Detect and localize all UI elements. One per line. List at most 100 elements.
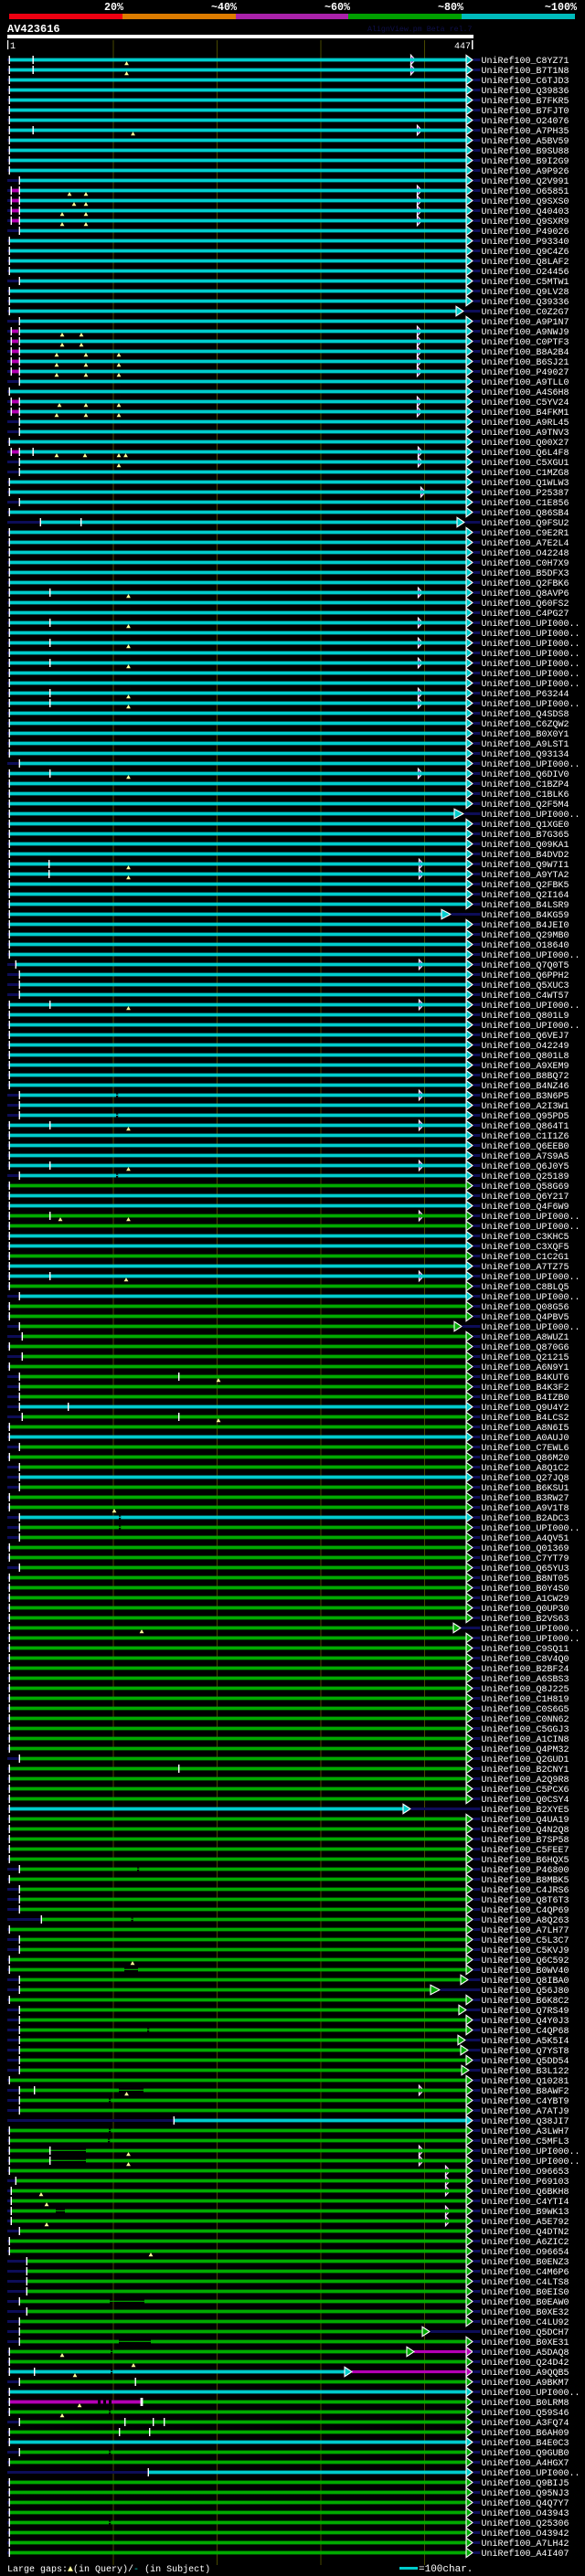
svg-text:UniRef100_C5FEE7: UniRef100_C5FEE7: [482, 1845, 569, 1856]
svg-text:UniRef100_Q00X27: UniRef100_Q00X27: [482, 438, 569, 449]
svg-text:UniRef100_C1H819: UniRef100_C1H819: [482, 1694, 569, 1705]
svg-text:UniRef100_B0XE31: UniRef100_B0XE31: [482, 2337, 569, 2348]
svg-text:UniRef100_Q4N2Q8: UniRef100_Q4N2Q8: [482, 1825, 569, 1836]
svg-text:UniRef100_P93340: UniRef100_P93340: [482, 237, 569, 248]
svg-text:UniRef100_A4S6H8: UniRef100_A4S6H8: [482, 387, 569, 398]
svg-text:UniRef100_B0EAW0: UniRef100_B0EAW0: [482, 2297, 569, 2308]
svg-text:UniRef100_A4I407: UniRef100_A4I407: [482, 2549, 569, 2560]
svg-text:UniRef100_O24456: UniRef100_O24456: [482, 267, 569, 278]
svg-text:UniRef100_C7EWL6: UniRef100_C7EWL6: [482, 1443, 569, 1454]
svg-text:UniRef100_UPI000..: UniRef100_UPI000..: [482, 669, 580, 680]
svg-text:UniRef100_C7YT79: UniRef100_C7YT79: [482, 1553, 569, 1564]
svg-text:UniRef100_UPI000..: UniRef100_UPI000..: [482, 659, 580, 670]
svg-text:UniRef100_A7E2L4: UniRef100_A7E2L4: [482, 538, 569, 549]
svg-text:1: 1: [10, 42, 16, 52]
svg-text:UniRef100_Q58G69: UniRef100_Q58G69: [482, 1182, 569, 1193]
svg-text:UniRef100_Q2V991: UniRef100_Q2V991: [482, 176, 569, 187]
svg-text:UniRef100_Q5XUC3: UniRef100_Q5XUC3: [482, 981, 569, 991]
svg-text:UniRef100_A9YTA2: UniRef100_A9YTA2: [482, 870, 569, 881]
svg-text:UniRef100_Q6C592: UniRef100_Q6C592: [482, 1956, 569, 1966]
svg-text:UniRef100_A0AUJ0: UniRef100_A0AUJ0: [482, 1433, 569, 1444]
svg-text:UniRef100_A4HGX7: UniRef100_A4HGX7: [482, 2458, 569, 2469]
svg-text:UniRef100_B5DFX3: UniRef100_B5DFX3: [482, 568, 569, 579]
svg-text:20%: 20%: [104, 1, 124, 14]
svg-text:UniRef100_B7SP58: UniRef100_B7SP58: [482, 1835, 569, 1846]
svg-text:UniRef100_A7S9A5: UniRef100_A7S9A5: [482, 1151, 569, 1162]
svg-text:UniRef100_Q8IBA0: UniRef100_Q8IBA0: [482, 1976, 569, 1987]
svg-text:UniRef100_A2I3W1: UniRef100_A2I3W1: [482, 1101, 569, 1112]
svg-text:UniRef100_Q2F5M4: UniRef100_Q2F5M4: [482, 800, 569, 811]
svg-text:UniRef100_Q2FBK5: UniRef100_Q2FBK5: [482, 880, 569, 891]
svg-text:UniRef100_P25387: UniRef100_P25387: [482, 488, 569, 499]
svg-text:UniRef100_O43942: UniRef100_O43942: [482, 2528, 569, 2539]
svg-text:UniRef100_Q7RS49: UniRef100_Q7RS49: [482, 2006, 569, 2017]
svg-text:UniRef100_Q10281: UniRef100_Q10281: [482, 2076, 569, 2087]
svg-text:UniRef100_C4QP69: UniRef100_C4QP69: [482, 1905, 569, 1916]
svg-text:UniRef100_Q6PPH2: UniRef100_Q6PPH2: [482, 970, 569, 981]
svg-text:UniRef100_UPI000..: UniRef100_UPI000..: [482, 810, 580, 821]
svg-text:UniRef100_C5L3C7: UniRef100_C5L3C7: [482, 1935, 569, 1946]
svg-text:UniRef100_C1I1Z6: UniRef100_C1I1Z6: [482, 1131, 569, 1142]
svg-text:UniRef100_P49027: UniRef100_P49027: [482, 367, 569, 378]
svg-text:UniRef100_C5GGJ3: UniRef100_C5GGJ3: [482, 1724, 569, 1735]
svg-text:UniRef100_O65851: UniRef100_O65851: [482, 186, 569, 197]
svg-text:UniRef100_B8BQ72: UniRef100_B8BQ72: [482, 1071, 569, 1082]
svg-text:UniRef100_Q59S46: UniRef100_Q59S46: [482, 2408, 569, 2419]
svg-text:UniRef100_Q60FS2: UniRef100_Q60FS2: [482, 599, 569, 610]
svg-text:447: 447: [454, 42, 471, 52]
svg-text:UniRef100_Q0UP30: UniRef100_Q0UP30: [482, 1604, 569, 1615]
svg-text:UniRef100_Q2GUD1: UniRef100_Q2GUD1: [482, 1754, 569, 1765]
svg-text:~40%: ~40%: [211, 1, 238, 14]
svg-text:UniRef100_UPI000..: UniRef100_UPI000..: [482, 619, 580, 630]
svg-text:UniRef100_C4QP68: UniRef100_C4QP68: [482, 2026, 569, 2037]
svg-text:UniRef100_B8A2B4: UniRef100_B8A2B4: [482, 347, 569, 358]
svg-text:UniRef100_A5BV59: UniRef100_A5BV59: [482, 136, 569, 147]
svg-text:UniRef100_O42249: UniRef100_O42249: [482, 1041, 569, 1052]
svg-text:UniRef100_B0XE32: UniRef100_B0XE32: [482, 2307, 569, 2318]
svg-text:UniRef100_C4YBT9: UniRef100_C4YBT9: [482, 2096, 569, 2107]
svg-text:UniRef100_P69103: UniRef100_P69103: [482, 2177, 569, 2188]
svg-text:UniRef100_Q6BKH8: UniRef100_Q6BKH8: [482, 2187, 569, 2198]
svg-text:UniRef100_Q38JI7: UniRef100_Q38JI7: [482, 2116, 569, 2127]
svg-text:UniRef100_Q65YU3: UniRef100_Q65YU3: [482, 1564, 569, 1574]
svg-text:UniRef100_C1E856: UniRef100_C1E856: [482, 498, 569, 509]
svg-text:UniRef100_A7TZ75: UniRef100_A7TZ75: [482, 1262, 569, 1273]
svg-text:UniRef100_Q9SXS0: UniRef100_Q9SXS0: [482, 196, 569, 207]
svg-text:UniRef100_A6ZIC2: UniRef100_A6ZIC2: [482, 2237, 569, 2248]
svg-text:UniRef100_Q8LAF2: UniRef100_Q8LAF2: [482, 257, 569, 268]
svg-text:UniRef100_O18640: UniRef100_O18640: [482, 940, 569, 951]
svg-text:UniRef100_Q27JQ8: UniRef100_Q27JQ8: [482, 1473, 569, 1484]
svg-text:UniRef100_B0X0Y1: UniRef100_B0X0Y1: [482, 729, 569, 740]
svg-text:UniRef100_UPI000..: UniRef100_UPI000..: [482, 2468, 580, 2479]
svg-text:UniRef100_B7FJT0: UniRef100_B7FJT0: [482, 106, 569, 117]
svg-text:UniRef100_Q801L9: UniRef100_Q801L9: [482, 1011, 569, 1022]
svg-text:UniRef100_O24076: UniRef100_O24076: [482, 116, 569, 127]
svg-text:UniRef100_B4E0C3: UniRef100_B4E0C3: [482, 2438, 569, 2449]
svg-text:UniRef100_C4YTI4: UniRef100_C4YTI4: [482, 2197, 569, 2208]
svg-text:UniRef100_UPI000..: UniRef100_UPI000..: [482, 679, 580, 690]
svg-text:UniRef100_Q4DTN2: UniRef100_Q4DTN2: [482, 2227, 569, 2238]
svg-text:UniRef100_B2VS63: UniRef100_B2VS63: [482, 1614, 569, 1625]
svg-text:UniRef100_A3FQ74: UniRef100_A3FQ74: [482, 2418, 569, 2429]
svg-text:UniRef100_C9E2R1: UniRef100_C9E2R1: [482, 528, 569, 539]
svg-text:UniRef100_A9TNV3: UniRef100_A9TNV3: [482, 428, 569, 439]
svg-text:UniRef100_Q01369: UniRef100_Q01369: [482, 1543, 569, 1554]
svg-text:UniRef100_Q6J0Y5: UniRef100_Q6J0Y5: [482, 1161, 569, 1172]
svg-text:UniRef100_C5KVJ9: UniRef100_C5KVJ9: [482, 1945, 569, 1956]
svg-text:UniRef100_B7FKR5: UniRef100_B7FKR5: [482, 96, 569, 107]
svg-text:UniRef100_Q870G6: UniRef100_Q870G6: [482, 1342, 569, 1353]
svg-text:UniRef100_Q9LV28: UniRef100_Q9LV28: [482, 287, 569, 298]
svg-text:UniRef100_C5MFL3: UniRef100_C5MFL3: [482, 2136, 569, 2147]
svg-text:UniRef100_UPI000..: UniRef100_UPI000..: [482, 629, 580, 640]
svg-text:UniRef100_UPI000..: UniRef100_UPI000..: [482, 1272, 580, 1283]
svg-text:UniRef100_Q21215: UniRef100_Q21215: [482, 1352, 569, 1363]
svg-text:UniRef100_C5YV24: UniRef100_C5YV24: [482, 398, 569, 408]
svg-text:UniRef100_Q9W7I1: UniRef100_Q9W7I1: [482, 860, 569, 871]
svg-text:UniRef100_B9I2G9: UniRef100_B9I2G9: [482, 156, 569, 167]
svg-text:UniRef100_A9P926: UniRef100_A9P926: [482, 166, 569, 177]
svg-text:UniRef100_A8Q263: UniRef100_A8Q263: [482, 1915, 569, 1926]
svg-text:UniRef100_B6HQX5: UniRef100_B6HQX5: [482, 1855, 569, 1866]
svg-text:UniRef100_C3KHC5: UniRef100_C3KHC5: [482, 1232, 569, 1243]
svg-text:UniRef100_UPI000..: UniRef100_UPI000..: [482, 2388, 580, 2399]
svg-text:UniRef100_B3L122: UniRef100_B3L122: [482, 2066, 569, 2077]
